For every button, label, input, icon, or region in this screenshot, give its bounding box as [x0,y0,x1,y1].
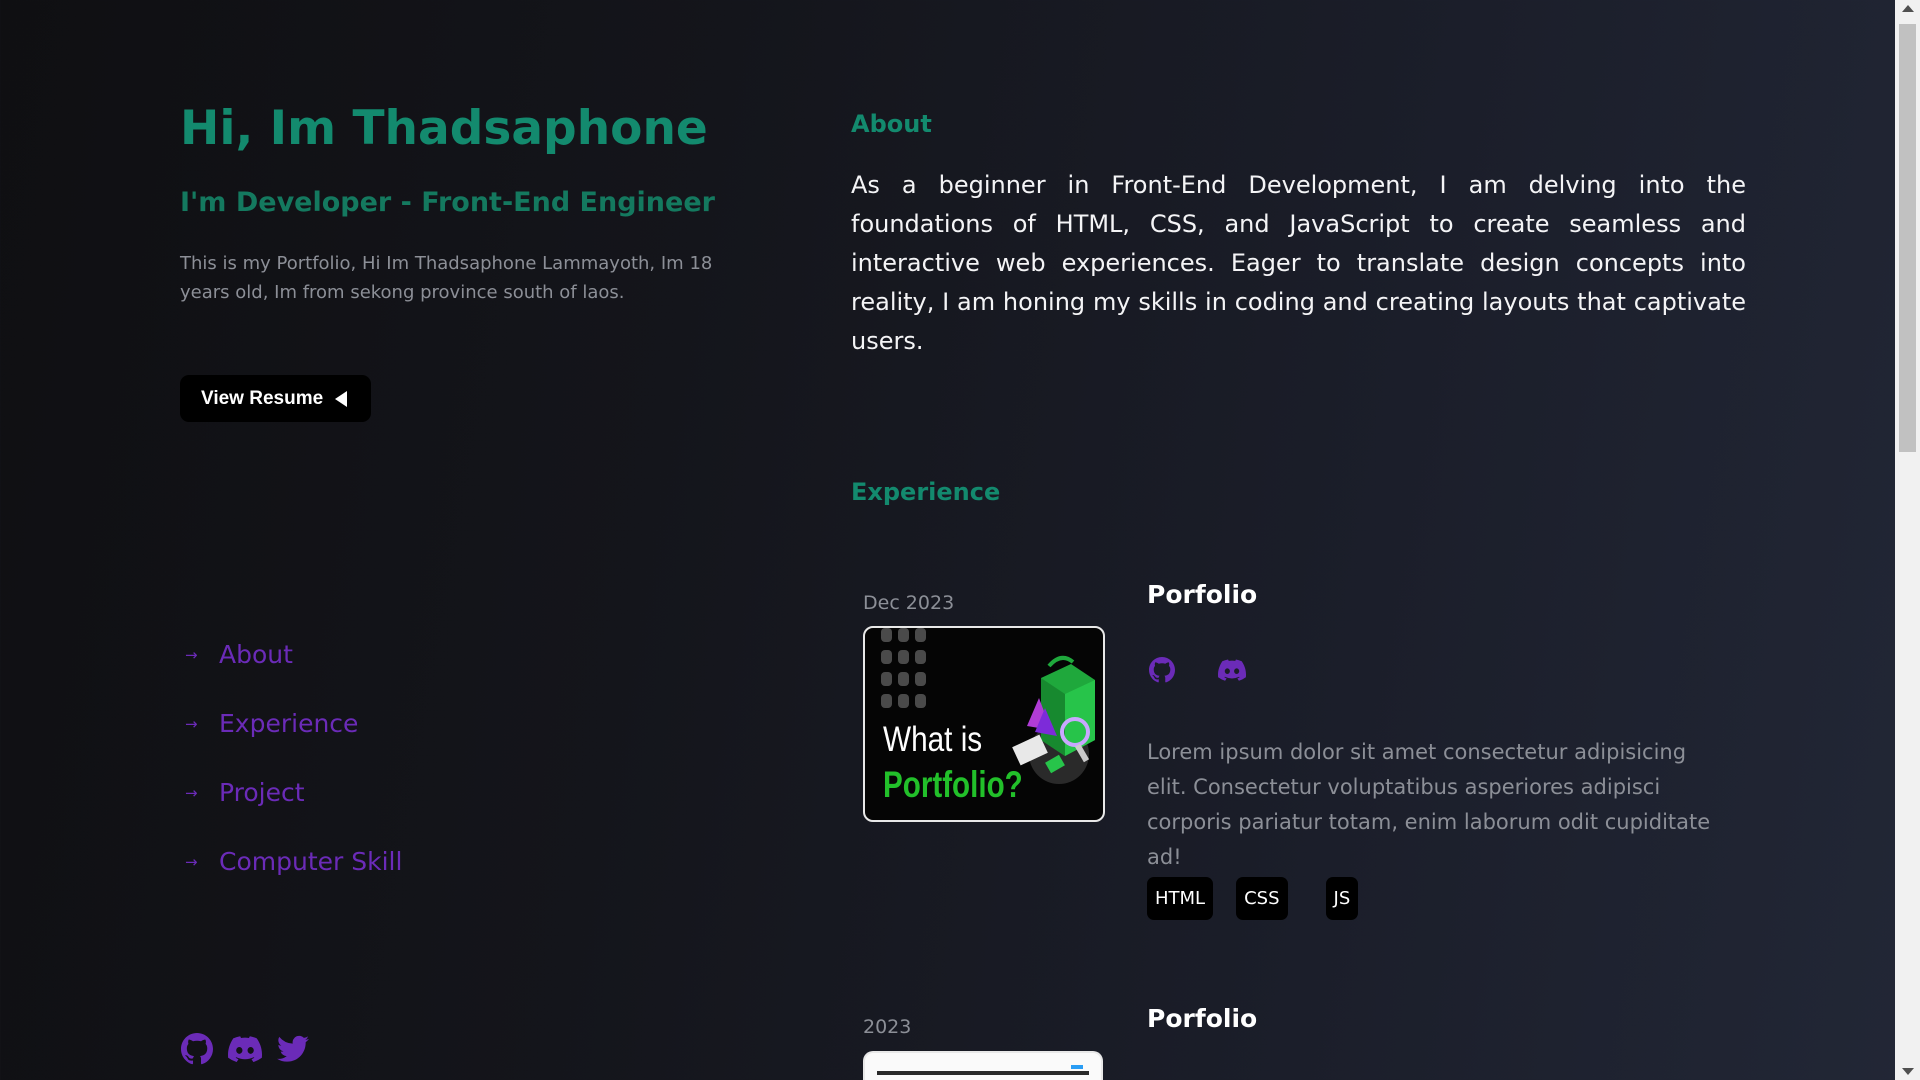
vertical-scrollbar[interactable] [1895,0,1920,1080]
hero-subtitle: I'm Developer - Front-End Engineer [180,187,715,218]
scroll-up-icon[interactable] [1902,5,1914,12]
nav-item-experience[interactable]: → Experience [180,689,402,758]
about-heading: About [851,110,932,138]
github-icon[interactable] [180,1032,214,1066]
scrollbar-thumb[interactable] [1899,24,1916,452]
nav-item-label: Computer Skill [219,847,403,876]
arrow-right-icon: → [185,783,198,802]
tag-html: HTML [1147,877,1214,920]
project-title: Porfolio [1147,580,1258,609]
nav-item-label: Project [219,778,305,807]
tech-tags: HTML CSS JS [1147,877,1381,920]
view-resume-label: View Resume [201,387,324,409]
portfolio-illustration-icon [1012,655,1095,784]
scroll-down-icon[interactable] [1902,1068,1914,1075]
caret-left-icon [335,390,348,407]
nav-item-label: About [219,640,293,669]
experience-date: 2023 [863,1016,912,1038]
arrow-right-icon: → [185,645,198,664]
about-text: As a beginner in Front-End Development, … [851,171,1746,355]
arrow-right-icon: → [185,852,198,871]
project-links [1147,655,1247,685]
project-title: Porfolio [1147,1004,1258,1033]
experience-heading: Experience [851,478,1001,506]
twitter-icon[interactable] [276,1032,310,1066]
arrow-right-icon: → [185,714,198,733]
nav-item-label: Experience [219,709,359,738]
content-column: About As a beginner in Front-End Develop… [851,0,1746,1080]
nav-item-computer-skill[interactable]: → Computer Skill [180,827,402,896]
github-icon[interactable] [1147,655,1177,685]
page-title: Hi, Im Thadsaphone [180,101,708,156]
portfolio-thumbnail[interactable]: What is Portfolio? [863,626,1105,822]
nav-item-project[interactable]: → Project [180,758,402,827]
tag-css: CSS [1236,877,1288,920]
thumbnail-text-line-1: What is [883,720,983,759]
hero-description: This is my Portfolio, Hi Im Thadsaphone … [180,253,713,303]
tag-js: JS [1325,877,1359,920]
portfolio-thumbnail[interactable] [863,1051,1103,1080]
social-links [180,1032,310,1066]
dot-grid-decoration [881,628,926,708]
view-resume-button[interactable]: View Resume [180,375,372,422]
discord-icon[interactable] [1217,655,1247,685]
discord-icon[interactable] [228,1032,262,1066]
project-description: Lorem ipsum dolor sit amet consectetur a… [1147,740,1711,869]
intro-column: Hi, Im Thadsaphone I'm Developer - Front… [180,0,740,1080]
section-nav: → About → Experience → Project → Compute… [180,620,402,896]
nav-item-about[interactable]: → About [180,620,402,689]
experience-date: Dec 2023 [863,592,955,614]
